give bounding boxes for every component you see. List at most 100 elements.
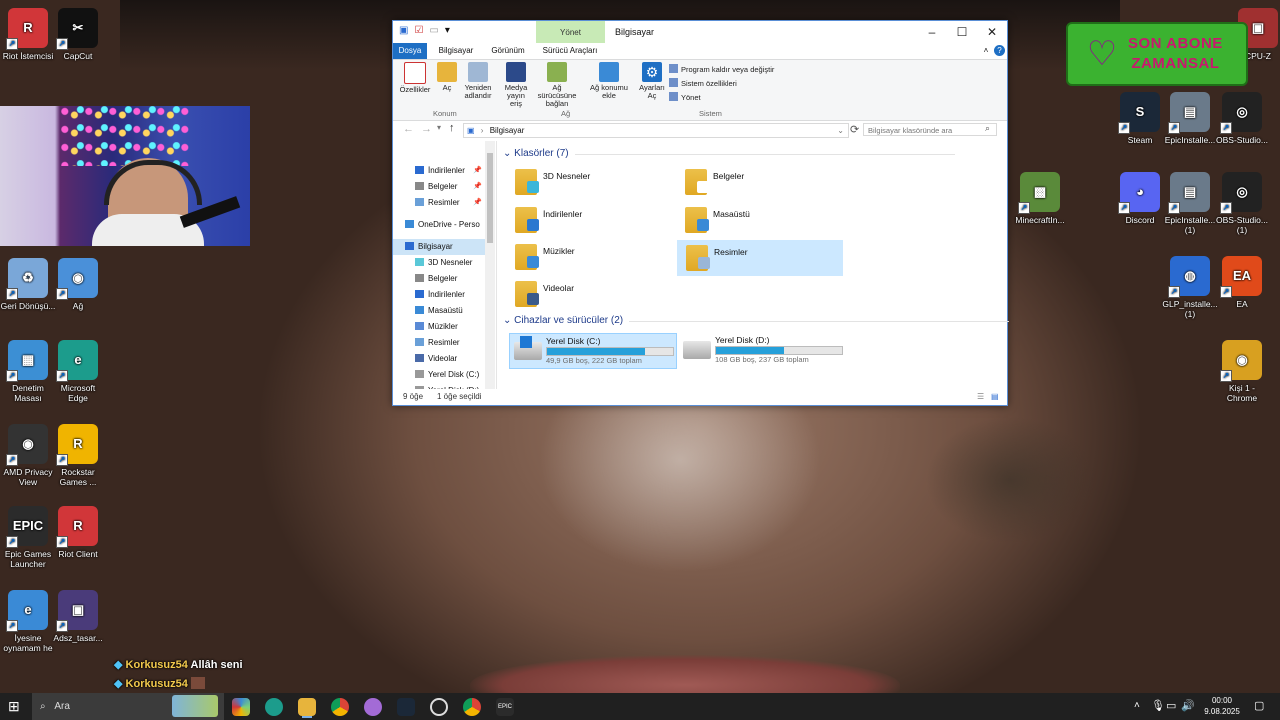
desktop-icon[interactable]: ▤ ↗ EpicInstalle... (1) bbox=[1162, 172, 1218, 235]
chrome-profile-icon[interactable] bbox=[463, 698, 481, 716]
start-icon[interactable]: ⊞ bbox=[8, 699, 22, 713]
network-icon[interactable]: ▭ bbox=[1166, 699, 1176, 712]
desktop-icon[interactable]: ▩ ↗ MinecraftIn... bbox=[1012, 172, 1068, 225]
nav-item[interactable]: Masaüstü bbox=[393, 303, 485, 319]
folder-item[interactable]: Resimler bbox=[677, 240, 843, 276]
rename-button[interactable]: Yeniden adlandır bbox=[461, 62, 495, 100]
desktop-icon[interactable]: ◉ ↗ AMD Privacy View bbox=[0, 424, 56, 487]
add-network-location-button[interactable]: Ağ konumu ekle bbox=[587, 62, 631, 100]
chevron-down-icon[interactable]: ▾ bbox=[445, 25, 450, 36]
manage-link[interactable]: Yönet bbox=[669, 92, 701, 102]
desktop-icon[interactable]: ▤ ↗ EpicInstalle... bbox=[1162, 92, 1218, 145]
address-box[interactable]: ▣ › Bilgisayar ⌄ bbox=[463, 123, 849, 138]
nav-item[interactable]: Belgeler 📌 bbox=[393, 179, 485, 195]
desktop-icon[interactable]: EPIC ↗ Epic Games Launcher bbox=[0, 506, 56, 569]
desktop-icon[interactable]: ◕ ↗ Discord bbox=[1112, 172, 1168, 225]
system-properties-link[interactable]: Sistem özellikleri bbox=[669, 78, 737, 88]
media-access-button[interactable]: Medya yayın eriş bbox=[501, 62, 531, 108]
chevron-up-icon[interactable]: ˄ bbox=[981, 43, 991, 59]
folder-item[interactable]: 3D Nesneler bbox=[507, 165, 671, 199]
nav-item[interactable]: Belgeler bbox=[393, 271, 485, 287]
folder-item[interactable]: Belgeler bbox=[677, 165, 841, 199]
section-folders[interactable]: ⌄ Klasörler (7) bbox=[503, 148, 953, 159]
desktop-icon[interactable]: ◉ ↗ Ağ bbox=[50, 258, 106, 311]
desktop-icon[interactable]: R ↗ Rockstar Games ... bbox=[50, 424, 106, 487]
tab-file[interactable]: Dosya bbox=[393, 43, 427, 59]
folder-item[interactable]: Masaüstü bbox=[677, 203, 841, 237]
new-folder-icon[interactable]: ▭ bbox=[429, 25, 438, 36]
desktop-icon[interactable]: e ↗ Microsoft Edge bbox=[50, 340, 106, 403]
file-explorer-icon[interactable] bbox=[298, 698, 316, 716]
folder-item[interactable]: Videolar bbox=[507, 277, 671, 311]
app-icon[interactable] bbox=[364, 698, 382, 716]
desktop-icon[interactable]: EA ↗ EA bbox=[1214, 256, 1270, 309]
taskbar-search[interactable]: ⌕ Ara bbox=[32, 693, 224, 720]
open-settings-button[interactable]: ⚙ Ayarları Aç bbox=[637, 62, 667, 100]
refresh-icon[interactable]: ⟳ bbox=[850, 123, 859, 136]
details-view-icon[interactable]: ☰ bbox=[977, 389, 984, 405]
epic-games-icon[interactable]: EPIC bbox=[496, 698, 514, 716]
notification-icon[interactable]: ▢ bbox=[1254, 699, 1264, 712]
drive-item[interactable]: Yerel Disk (C:) 49,9 GB boş, 222 GB topla… bbox=[509, 333, 677, 369]
context-tab-manage[interactable]: Yönet bbox=[536, 21, 605, 43]
tab-drive-tools[interactable]: Sürücü Araçları bbox=[538, 43, 602, 59]
drive-item[interactable]: Yerel Disk (D:) 108 GB boş, 237 GB toplam bbox=[679, 333, 845, 367]
clock[interactable]: 00:00 9.08.2025 bbox=[1196, 695, 1248, 717]
nav-item[interactable]: Bilgisayar bbox=[393, 239, 485, 255]
obs-icon[interactable] bbox=[430, 698, 448, 716]
open-button[interactable]: Aç bbox=[435, 62, 459, 92]
properties-icon[interactable]: ☑ bbox=[414, 25, 423, 36]
scrollbar-thumb[interactable] bbox=[487, 153, 493, 243]
desktop-icon[interactable]: S ↗ Steam bbox=[1112, 92, 1168, 145]
minimize-button[interactable]: – bbox=[917, 21, 947, 43]
nav-item[interactable]: Videolar bbox=[393, 351, 485, 367]
tab-view[interactable]: Görünüm bbox=[485, 43, 531, 59]
properties-button[interactable]: Özellikler bbox=[399, 62, 431, 94]
copilot-icon[interactable] bbox=[232, 698, 250, 716]
maximize-button[interactable]: ☐ bbox=[947, 21, 977, 43]
chrome-icon[interactable] bbox=[331, 698, 349, 716]
close-button[interactable]: ✕ bbox=[977, 21, 1007, 43]
desktop-icon[interactable]: R ↗ Riot Client bbox=[50, 506, 106, 559]
folder-item[interactable]: Müzikler bbox=[507, 240, 671, 274]
folder-icon bbox=[415, 274, 424, 282]
computer-icon[interactable]: ▣ bbox=[399, 25, 408, 36]
volume-icon[interactable]: 🔊 bbox=[1181, 699, 1195, 712]
uninstall-program-link[interactable]: Program kaldır veya değiştir bbox=[669, 64, 774, 74]
nav-item[interactable]: İndirilenler 📌 bbox=[393, 163, 485, 179]
desktop-icon[interactable]: R ↗ Riot İstemcisi bbox=[0, 8, 56, 61]
desktop-icon[interactable]: ◎ ↗ OBS-Studio... bbox=[1214, 92, 1270, 145]
scrollbar[interactable] bbox=[485, 141, 495, 389]
desktop-icon[interactable]: ◍ ↗ GLP_installe... (1) bbox=[1162, 256, 1218, 319]
nav-item[interactable]: Yerel Disk (C:) bbox=[393, 367, 485, 383]
folder-item[interactable]: İndirilenler bbox=[507, 203, 671, 237]
edge-icon[interactable] bbox=[265, 698, 283, 716]
microphone-icon[interactable]: 🎙 bbox=[1151, 699, 1165, 712]
chevron-down-icon[interactable]: ▾ bbox=[437, 123, 441, 132]
map-network-drive-button[interactable]: Ağ sürücüsüne bağlan bbox=[533, 62, 581, 108]
shortcut-arrow-icon: ↗ bbox=[56, 38, 68, 50]
desktop-icon[interactable]: ▣ ↗ Adsz_tasar... bbox=[50, 590, 106, 643]
nav-item[interactable]: Resimler bbox=[393, 335, 485, 351]
chevron-up-icon[interactable]: ˄ bbox=[1134, 700, 1140, 711]
forward-arrow-icon[interactable]: → bbox=[421, 123, 432, 135]
search-input[interactable]: Bilgisayar klasöründe ara bbox=[863, 123, 997, 136]
desktop-icon[interactable]: ✂ ↗ CapCut bbox=[50, 8, 106, 61]
back-arrow-icon[interactable]: ← bbox=[403, 123, 414, 135]
desktop-icon[interactable]: ♻ ↗ Geri Dönüşü... bbox=[0, 258, 56, 311]
help-icon[interactable]: ? bbox=[994, 45, 1005, 56]
up-arrow-icon[interactable]: ↑ bbox=[449, 122, 455, 134]
nav-item[interactable]: İndirilenler bbox=[393, 287, 485, 303]
steam-icon[interactable] bbox=[397, 698, 415, 716]
nav-item[interactable]: 3D Nesneler bbox=[393, 255, 485, 271]
desktop-icon[interactable]: e ↗ İyesine oynamam he bbox=[0, 590, 56, 653]
desktop-icon[interactable]: ▦ ↗ Denetim Masası bbox=[0, 340, 56, 403]
nav-item[interactable]: OneDrive - Perso bbox=[393, 217, 485, 233]
desktop-icon[interactable]: ◉ ↗ Kişi 1 - Chrome bbox=[1214, 340, 1270, 403]
nav-item[interactable]: Resimler 📌 bbox=[393, 195, 485, 211]
desktop-icon[interactable]: ◎ ↗ OBS-Studio... (1) bbox=[1214, 172, 1270, 235]
chevron-down-icon[interactable]: ⌄ bbox=[837, 124, 844, 137]
section-drives[interactable]: ⌄ Cihazlar ve sürücüler (2) bbox=[503, 315, 1010, 326]
nav-item[interactable]: Müzikler bbox=[393, 319, 485, 335]
tiles-view-icon[interactable]: ▤ bbox=[991, 389, 999, 405]
